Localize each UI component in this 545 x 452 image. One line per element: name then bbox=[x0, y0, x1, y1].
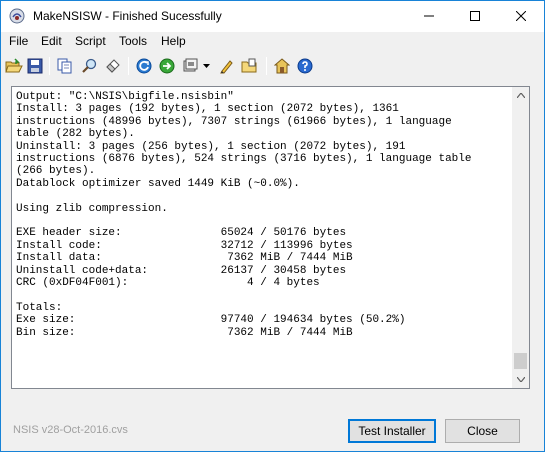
menu-bar: File Edit Script Tools Help bbox=[1, 32, 544, 52]
close-window-button[interactable] bbox=[498, 1, 544, 32]
save-icon[interactable] bbox=[25, 56, 45, 76]
output-line: Datablock optimizer saved 1449 KiB (~0.0… bbox=[16, 177, 300, 190]
compressor-icon[interactable] bbox=[181, 56, 201, 76]
menu-script[interactable]: Script bbox=[75, 34, 106, 48]
output-line: EXE header size: 65024 / 50176 bytes bbox=[16, 227, 347, 240]
test-icon[interactable] bbox=[157, 56, 177, 76]
output-log[interactable]: Output: "C:\NSIS\bigfile.nsisbin" Install… bbox=[11, 86, 530, 389]
minimize-button[interactable] bbox=[406, 1, 452, 32]
close-icon bbox=[515, 10, 527, 24]
scroll-up-arrow-icon[interactable] bbox=[512, 87, 529, 104]
output-line: Output: "C:\NSIS\bigfile.nsisbin" bbox=[16, 91, 234, 103]
output-text[interactable]: Output: "C:\NSIS\bigfile.nsisbin" Install… bbox=[16, 91, 510, 384]
title-bar[interactable]: MakeNSISW - Finished Sucessfully bbox=[1, 1, 544, 32]
makensisw-window: MakeNSISW - Finished Sucessfully File Ed… bbox=[0, 0, 545, 452]
menu-file[interactable]: File bbox=[9, 34, 28, 48]
browse-script-icon[interactable] bbox=[240, 56, 260, 76]
output-line: Install data: 7362 MiB / 7444 MiB bbox=[16, 252, 353, 265]
output-line: Install code: 32712 / 113996 bytes bbox=[16, 239, 353, 252]
minimize-icon bbox=[424, 10, 434, 24]
output-line: Bin size: 7362 MiB / 7444 MiB bbox=[16, 326, 353, 339]
toolbar-separator bbox=[49, 57, 50, 75]
maximize-icon bbox=[470, 10, 480, 24]
app-icon[interactable] bbox=[9, 8, 25, 24]
output-line: instructions (6876 bytes), 524 strings (… bbox=[16, 153, 472, 166]
recompile-icon[interactable] bbox=[134, 56, 154, 76]
output-line: Uninstall: 3 pages (256 bytes), 1 sectio… bbox=[16, 140, 406, 153]
output-line: (266 bytes). bbox=[16, 165, 96, 178]
maximize-button[interactable] bbox=[452, 1, 498, 32]
menu-tools[interactable]: Tools bbox=[119, 34, 147, 48]
dropdown-arrow-icon[interactable] bbox=[200, 56, 212, 76]
window-title: MakeNSISW - Finished Sucessfully bbox=[33, 9, 222, 23]
output-line: Uninstall code+data: 26137 / 30458 bytes bbox=[16, 264, 347, 277]
test-installer-button[interactable]: Test Installer bbox=[348, 419, 436, 443]
output-line: instructions (48996 bytes), 7307 strings… bbox=[16, 115, 452, 128]
scroll-thumb[interactable] bbox=[514, 353, 527, 369]
scroll-down-arrow-icon[interactable] bbox=[512, 371, 529, 388]
edit-script-icon[interactable] bbox=[217, 56, 237, 76]
open-folder-icon[interactable] bbox=[4, 56, 24, 76]
toolbar-separator bbox=[128, 57, 129, 75]
toolbar bbox=[1, 52, 544, 80]
output-line: Install: 3 pages (192 bytes), 1 section … bbox=[16, 103, 399, 116]
copy-icon[interactable] bbox=[55, 56, 75, 76]
vertical-scrollbar[interactable] bbox=[512, 87, 529, 388]
output-line: CRC (0xDF04F001): 4 / 4 bytes bbox=[16, 277, 320, 290]
output-line: Using zlib compression. bbox=[16, 202, 168, 215]
output-line: table (282 bytes). bbox=[16, 128, 135, 141]
menu-help[interactable]: Help bbox=[161, 34, 186, 48]
help-icon[interactable] bbox=[295, 56, 315, 76]
version-label: NSIS v28-Oct-2016.cvs bbox=[13, 424, 128, 436]
output-line: Totals: bbox=[16, 301, 63, 314]
output-line: Exe size: 97740 / 194634 bytes (50.2%) bbox=[16, 314, 406, 327]
find-icon[interactable] bbox=[79, 56, 99, 76]
menu-edit[interactable]: Edit bbox=[41, 34, 62, 48]
toolbar-separator bbox=[266, 57, 267, 75]
settings-icon[interactable] bbox=[272, 56, 292, 76]
clear-icon[interactable] bbox=[103, 56, 123, 76]
close-button[interactable]: Close bbox=[445, 419, 520, 443]
